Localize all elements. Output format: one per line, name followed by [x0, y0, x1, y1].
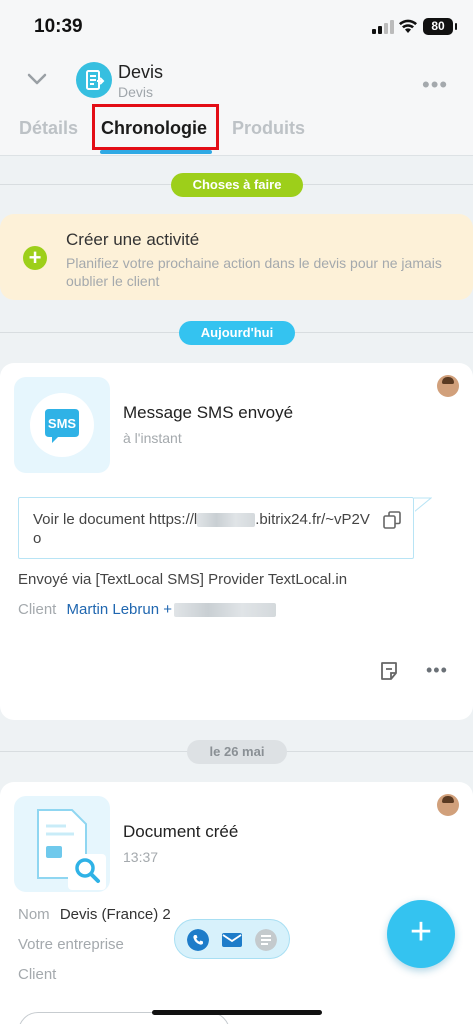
- sms-sent-via: Envoyé via [TextLocal SMS] Provider Text…: [18, 571, 348, 588]
- name-value: Devis (France) 2: [59, 906, 171, 923]
- user-avatar[interactable]: [437, 375, 459, 397]
- create-activity-banner[interactable]: + Créer une activité Planifiez votre pro…: [0, 214, 473, 300]
- home-indicator: [152, 1010, 322, 1015]
- add-button[interactable]: +: [387, 900, 455, 968]
- communication-bar: [174, 919, 290, 959]
- sms-icon-label: SMS: [47, 416, 77, 431]
- tab-details[interactable]: Détails: [19, 118, 78, 139]
- sms-card: SMS Message SMS envoyé à l'instant Voir …: [0, 363, 473, 720]
- more-options-icon[interactable]: •••: [422, 72, 448, 98]
- add-activity-icon: +: [23, 246, 47, 270]
- tab-highlight-box: [92, 104, 219, 150]
- document-name-row: Nom Devis (France) 2: [18, 906, 171, 923]
- document-search-icon: [37, 809, 106, 890]
- sms-client-row: Client Martin Lebrun +: [18, 601, 277, 618]
- client-label: Client: [18, 966, 57, 983]
- active-tab-indicator: [100, 150, 212, 154]
- header: Devis Devis ••• Détails Chronologie Prod…: [0, 56, 473, 156]
- status-time: 10:39: [34, 16, 83, 37]
- document-time: 13:37: [123, 849, 159, 865]
- document-card: Document créé 13:37 Nom Devis (France) 2…: [0, 782, 473, 1024]
- client-link[interactable]: Martin Lebrun +: [67, 601, 172, 618]
- today-pill: Aujourd'hui: [179, 321, 295, 345]
- client-label: Client: [18, 601, 57, 618]
- sms-icon-box: SMS: [14, 377, 110, 473]
- page-title: Devis: [118, 62, 164, 82]
- sms-time: à l'instant: [123, 430, 182, 446]
- activity-title: Créer une activité: [66, 230, 200, 249]
- sms-message-bubble: Voir le document https://l .bitrix24.fr/~…: [18, 497, 414, 559]
- battery-icon: 80: [423, 18, 457, 35]
- company-label: Votre entreprise: [18, 936, 124, 953]
- user-avatar[interactable]: [437, 794, 459, 816]
- sms-message-text: Voir le document https://l .bitrix24.fr/~…: [33, 511, 370, 547]
- redacted-phone: [174, 603, 277, 618]
- sms-title: Message SMS envoyé: [123, 403, 294, 422]
- document-title: Document créé: [123, 822, 239, 841]
- activity-description: Planifiez votre prochaine action dans le…: [66, 255, 442, 289]
- document-icon-box: [14, 796, 110, 892]
- date-pill: le 26 mai: [187, 740, 287, 764]
- status-bar: 10:39 80: [0, 0, 473, 56]
- todo-pill: Choses à faire: [171, 173, 303, 197]
- page-subtitle: Devis: [118, 84, 154, 100]
- mail-icon[interactable]: [221, 929, 243, 951]
- redacted-text: [197, 513, 256, 528]
- chat-icon[interactable]: [255, 929, 277, 951]
- name-label: Nom: [18, 906, 50, 923]
- note-icon[interactable]: [379, 661, 399, 681]
- wifi-icon: [399, 19, 417, 33]
- cellular-signal-icon: [372, 20, 394, 34]
- chevron-down-icon[interactable]: [27, 72, 47, 86]
- more-options-icon[interactable]: •••: [426, 660, 448, 681]
- phone-icon[interactable]: [187, 929, 209, 951]
- copy-icon[interactable]: [383, 511, 401, 529]
- tab-produits[interactable]: Produits: [232, 118, 305, 139]
- document-icon: [76, 62, 112, 98]
- bubble-tail: [414, 497, 432, 513]
